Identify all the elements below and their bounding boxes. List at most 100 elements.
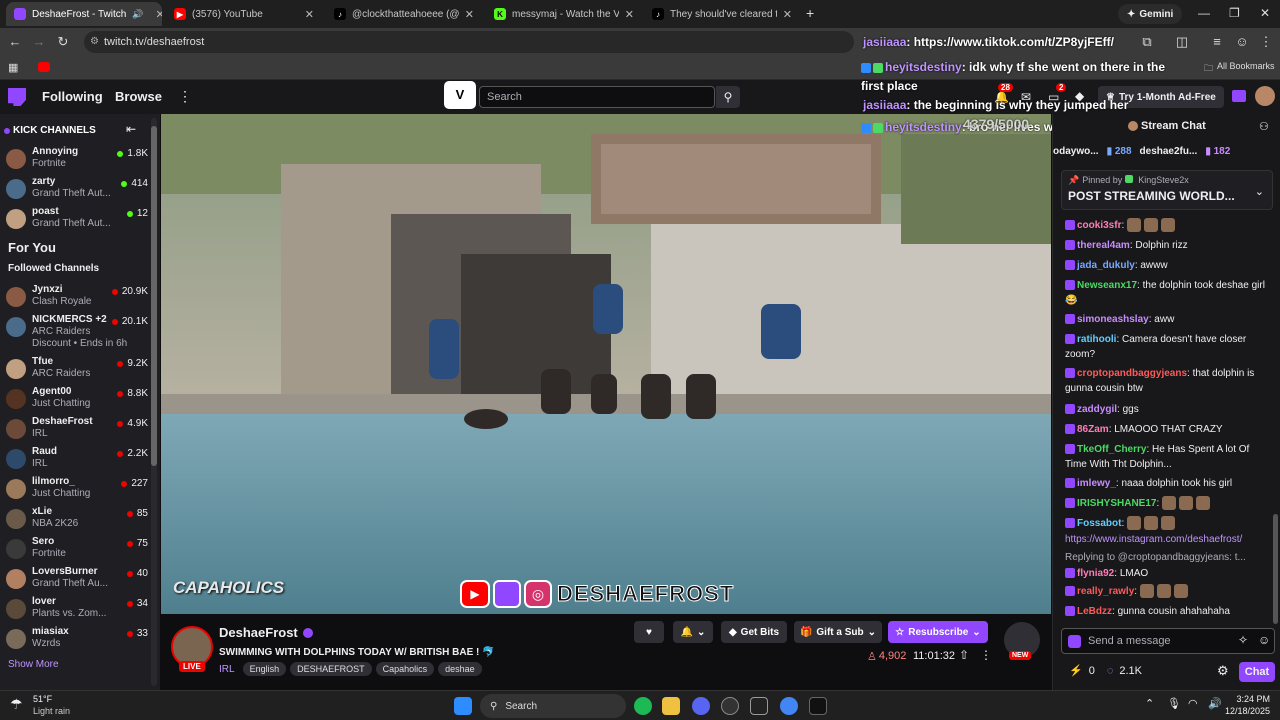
- chat-username[interactable]: ratihooli: [1077, 334, 1116, 345]
- chevron-down-icon[interactable]: ⌄: [1255, 185, 1264, 198]
- close-tab-icon[interactable]: ✕: [783, 8, 792, 21]
- prime-icon[interactable]: [1232, 90, 1246, 102]
- browser-tab[interactable]: ♪ @clockthatteahoeee (@clockth ✕: [326, 2, 482, 26]
- emote-picker-icon[interactable]: ☺: [1258, 633, 1270, 647]
- more-options-icon[interactable]: ⋮: [178, 88, 192, 105]
- sidebar-channel[interactable]: LoversBurner Grand Theft Au... 40: [4, 566, 152, 596]
- close-tab-icon[interactable]: ✕: [305, 8, 314, 21]
- chat-username[interactable]: LeBdzz: [1077, 606, 1112, 617]
- browser-tab[interactable]: DeshaeFrost - Twitch 🔊 ✕: [6, 2, 162, 26]
- sidebar-channel[interactable]: lilmorro_ Just Chatting 227: [4, 476, 152, 506]
- chat-username[interactable]: croptopandbaggyjeans: [1077, 368, 1187, 379]
- follow-heart-button[interactable]: ♥: [634, 621, 664, 643]
- more-options-icon[interactable]: ⋮: [980, 648, 992, 662]
- twitch-logo-icon[interactable]: [8, 88, 26, 106]
- speaker-icon[interactable]: 🔊: [132, 9, 143, 20]
- chat-username[interactable]: imlewy_: [1077, 478, 1116, 489]
- sidebar-channel[interactable]: Raud IRL 2.2K: [4, 446, 152, 476]
- chat-username[interactable]: Fossabot: [1077, 518, 1121, 529]
- browser-tab[interactable]: K messymaj - Watch the VOD on ✕: [486, 2, 642, 26]
- weather-icon[interactable]: ☂: [10, 696, 23, 713]
- user-avatar[interactable]: [1255, 86, 1275, 106]
- sidebar-channel[interactable]: Agent00 Just Chatting 8.8K: [4, 386, 152, 416]
- maximize-icon[interactable]: ❐: [1229, 6, 1240, 20]
- show-more-link[interactable]: Show More: [8, 659, 59, 670]
- chrome-icon[interactable]: [780, 697, 798, 715]
- microphone-icon[interactable]: 🎙: [1167, 697, 1181, 710]
- all-bookmarks-button[interactable]: 🗀 All Bookmarks: [1204, 61, 1275, 77]
- following-link[interactable]: Following: [42, 89, 103, 104]
- discord-icon[interactable]: [692, 697, 710, 715]
- back-icon[interactable]: ←: [7, 34, 23, 50]
- chat-username[interactable]: IRISHYSHANE17: [1077, 498, 1156, 509]
- sidebar-scrollbar[interactable]: [151, 118, 157, 686]
- minimize-icon[interactable]: —: [1198, 6, 1210, 20]
- close-tab-icon[interactable]: ✕: [625, 8, 634, 21]
- channel-points-icon[interactable]: ◌: [1107, 665, 1114, 677]
- browse-link[interactable]: Browse: [115, 89, 162, 104]
- pinned-message[interactable]: 📌 Pinned by KingSteve2x POST STREAMING W…: [1061, 170, 1273, 210]
- chat-username[interactable]: simoneashslay: [1077, 314, 1149, 325]
- sidebar-channel[interactable]: poast Grand Theft Aut... 12: [4, 206, 152, 236]
- share-icon[interactable]: ⇧: [959, 648, 969, 662]
- chat-username[interactable]: really_rawly: [1077, 586, 1134, 597]
- close-tab-icon[interactable]: ✕: [465, 8, 474, 21]
- extensions-icon[interactable]: ⧉: [1139, 34, 1155, 50]
- profile-icon[interactable]: ☺: [1234, 34, 1250, 50]
- menu-icon[interactable]: ⋮: [1258, 34, 1274, 50]
- taskbar-search[interactable]: ⚲ Search: [480, 694, 626, 718]
- tag-pill[interactable]: deshae: [438, 662, 482, 676]
- tag-pill[interactable]: DESHAEFROST: [290, 662, 372, 676]
- apps-grid-icon[interactable]: ▦: [8, 61, 18, 74]
- search-icon[interactable]: ⚲: [716, 86, 740, 108]
- resubscribe-button[interactable]: ☆ Resubscribe ⌄: [888, 621, 988, 643]
- sidebar-channel[interactable]: lover Plants vs. Zom... 34: [4, 596, 152, 626]
- close-window-icon[interactable]: ✕: [1260, 6, 1270, 20]
- game-launcher-icon[interactable]: [721, 697, 739, 715]
- sidebar-channel[interactable]: Annoying Fortnite 1.8K: [4, 146, 152, 176]
- sidebar-channel[interactable]: NICKMERCS +2 ARC Raiders 20.1K Discount • E…: [4, 314, 152, 349]
- chat-username[interactable]: TkeOff_Cherry: [1077, 444, 1146, 455]
- new-tab-icon[interactable]: +: [806, 5, 814, 21]
- send-message-input[interactable]: Send a message ✧ ☺: [1061, 628, 1275, 654]
- browser-tab[interactable]: ♪ They should've cleared the hou ✕: [644, 2, 800, 26]
- spotify-icon[interactable]: [634, 697, 652, 715]
- file-explorer-icon[interactable]: [662, 697, 680, 715]
- close-tab-icon[interactable]: ✕: [156, 8, 162, 21]
- gemini-button[interactable]: ✦ Gemini: [1118, 4, 1183, 24]
- sidebar-channel[interactable]: miasiax Wzrds 33: [4, 626, 152, 656]
- sidebar-channel[interactable]: Tfue ARC Raiders 9.2K: [4, 356, 152, 386]
- sidebar-channel[interactable]: xLie NBA 2K26 85: [4, 506, 152, 536]
- category-link[interactable]: IRL: [219, 664, 235, 675]
- get-bits-button[interactable]: ◆ Get Bits: [721, 621, 787, 643]
- sparkle-icon[interactable]: ✧: [1238, 633, 1248, 647]
- notification-bell-button[interactable]: 🔔 ⌄: [673, 621, 713, 643]
- sidebar-channel[interactable]: zarty Grand Theft Aut... 414: [4, 176, 152, 206]
- video-player[interactable]: CAPAHOLICS ▶ ◎ DESHAEFROST: [161, 114, 1051, 614]
- sidebar-channel[interactable]: Sero Fortnite 75: [4, 536, 152, 566]
- 7tv-extension-icon[interactable]: V: [444, 81, 476, 109]
- reload-icon[interactable]: ↻: [55, 34, 71, 50]
- site-info-icon[interactable]: ⚙: [90, 31, 99, 53]
- collapse-sidebar-icon[interactable]: ⇤: [126, 122, 136, 136]
- chat-username[interactable]: zaddygil: [1077, 404, 1117, 415]
- chat-username[interactable]: flynia92: [1077, 568, 1114, 579]
- epic-games-icon[interactable]: [750, 697, 768, 715]
- app-icon[interactable]: [809, 697, 827, 715]
- chat-scrollbar[interactable]: [1273, 514, 1278, 624]
- chat-username[interactable]: Newseanx17: [1077, 280, 1137, 291]
- chat-username[interactable]: jada_dukuly: [1077, 260, 1135, 271]
- tab-search-icon[interactable]: ≡: [1209, 34, 1225, 50]
- url-input[interactable]: ⚙ twitch.tv/deshaefrost: [84, 31, 854, 53]
- chat-settings-icon[interactable]: ⚙: [1217, 663, 1229, 679]
- wifi-icon[interactable]: ◠: [1188, 697, 1198, 710]
- sidebar-channel[interactable]: Jynxzi Clash Royale 20.9K: [4, 284, 152, 314]
- tray-chevron-icon[interactable]: ⌃: [1145, 697, 1154, 710]
- chat-text[interactable]: https://www.instagram.com/deshaefrost/: [1065, 534, 1242, 545]
- chat-username[interactable]: cooki3sfr: [1077, 220, 1121, 231]
- sidebar-channel[interactable]: DeshaeFrost IRL 4.9K: [4, 416, 152, 446]
- scrollbar-thumb[interactable]: [151, 126, 157, 466]
- windows-start-icon[interactable]: [454, 697, 472, 715]
- tag-pill[interactable]: English: [242, 662, 287, 676]
- youtube-bookmark-icon[interactable]: [38, 62, 50, 72]
